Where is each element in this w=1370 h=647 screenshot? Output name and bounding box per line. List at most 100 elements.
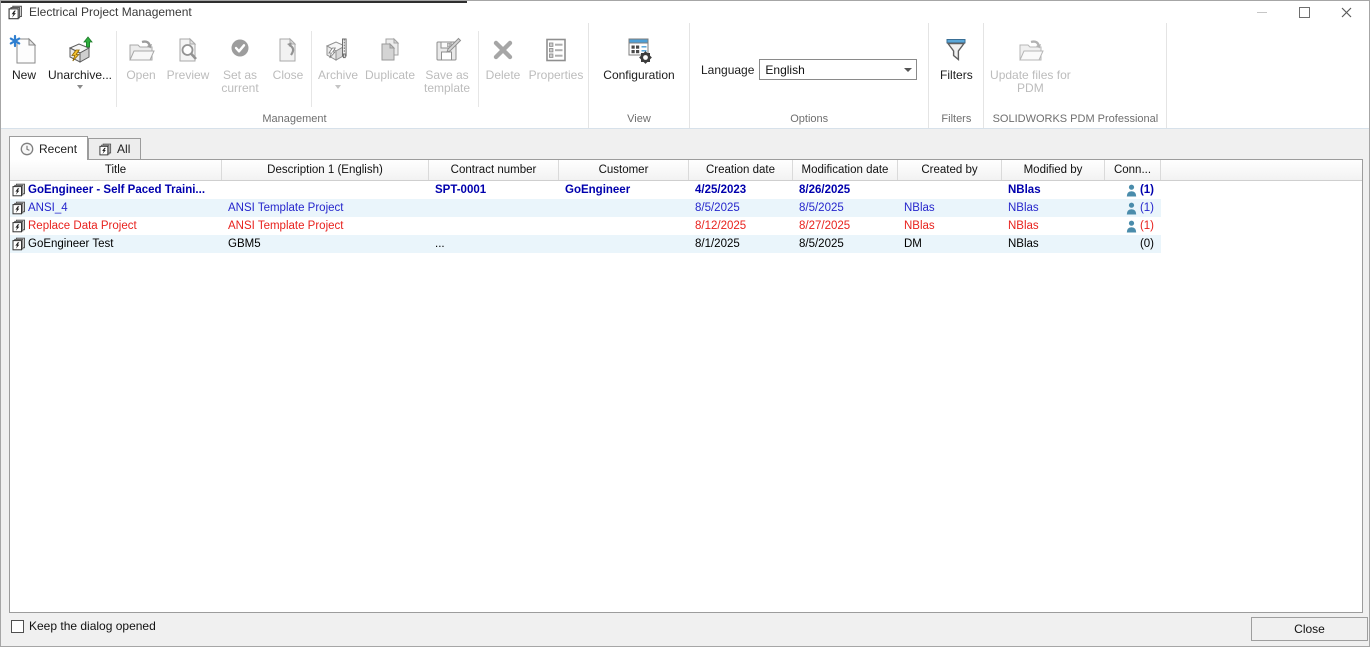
cell-modification-date: 8/26/2025 (793, 181, 898, 199)
close-project-icon (272, 31, 304, 69)
cell-modified-by: NBlas (1002, 235, 1105, 253)
set-as-current-button: Set as current (213, 29, 267, 95)
ribbon-separator (478, 31, 479, 107)
maximize-icon (1299, 7, 1310, 18)
maximize-button[interactable] (1283, 1, 1325, 23)
preview-icon (172, 31, 204, 69)
ribbon-separator (116, 31, 117, 107)
keep-dialog-opened-checkbox[interactable] (11, 620, 24, 633)
chevron-down-icon (900, 68, 916, 72)
table-row[interactable]: GoEngineer Test GBM5 ... 8/1/2025 8/5/20… (10, 235, 1161, 253)
close-project-button: Close (267, 29, 309, 82)
table-header: Title Description 1 (English) Contract n… (10, 160, 1362, 181)
table-row[interactable]: Replace Data Project ANSI Template Proje… (10, 217, 1161, 235)
tab-all-label: All (117, 142, 130, 156)
delete-button: Delete (481, 29, 525, 82)
language-label: Language (701, 63, 754, 77)
ribbon-group-management: New Unarchive... Open (1, 23, 589, 128)
unarchive-icon (64, 31, 96, 69)
column-header-creation-date[interactable]: Creation date (689, 160, 793, 180)
unarchive-dropdown-icon[interactable] (77, 85, 83, 89)
cell-creation-date: 8/1/2025 (689, 235, 793, 253)
column-header-connections[interactable]: Conn... (1105, 160, 1161, 180)
column-header-created-by[interactable]: Created by (898, 160, 1002, 180)
new-button[interactable]: New (2, 29, 46, 82)
cell-contract-number (429, 199, 559, 217)
project-stack-icon (99, 143, 112, 156)
column-header-title[interactable]: Title (10, 160, 222, 180)
column-header-contract-number[interactable]: Contract number (429, 160, 559, 180)
project-stack-icon (12, 219, 26, 233)
cell-customer (559, 235, 689, 253)
column-header-customer[interactable]: Customer (559, 160, 689, 180)
duplicate-icon (374, 31, 406, 69)
table-row[interactable]: GoEngineer - Self Paced Traini... SPT-00… (10, 181, 1161, 199)
unarchive-button[interactable]: Unarchive... (46, 29, 114, 89)
cell-connections: (1) (1140, 184, 1154, 196)
group-label-options: Options (691, 113, 927, 128)
clock-icon (20, 142, 34, 156)
column-header-description[interactable]: Description 1 (English) (222, 160, 429, 180)
ribbon-group-options: Language English Options (690, 23, 929, 128)
save-as-template-icon (431, 31, 463, 69)
cell-creation-date: 8/5/2025 (689, 199, 793, 217)
language-select[interactable]: English (759, 59, 917, 80)
delete-icon (487, 31, 519, 69)
tab-all[interactable]: All (88, 138, 141, 159)
open-icon (125, 31, 157, 69)
column-header-modification-date[interactable]: Modification date (793, 160, 898, 180)
archive-button: Archive (314, 29, 362, 89)
properties-button: Properties (525, 29, 587, 82)
cell-modification-date: 8/27/2025 (793, 217, 898, 235)
cell-connections: (1) (1140, 220, 1154, 232)
ribbon-group-filters: Filters Filters (929, 23, 984, 128)
person-icon (1126, 184, 1137, 197)
cell-customer (559, 199, 689, 217)
cell-creation-date: 8/12/2025 (689, 217, 793, 235)
dialog-footer: Keep the dialog opened Close (1, 613, 1369, 647)
close-icon (1341, 7, 1352, 18)
cell-connections: (1) (1140, 202, 1154, 214)
group-label-pdm: SOLIDWORKS PDM Professional (985, 113, 1165, 128)
tab-recent[interactable]: Recent (9, 136, 88, 160)
cell-created-by (898, 181, 1002, 199)
duplicate-button: Duplicate (362, 29, 418, 82)
cell-title: Replace Data Project (28, 220, 137, 232)
archive-dropdown-icon (335, 85, 341, 89)
cell-created-by: NBlas (898, 217, 1002, 235)
cell-contract-number (429, 217, 559, 235)
archive-icon (322, 31, 354, 69)
language-value: English (760, 63, 900, 77)
close-window-button[interactable] (1325, 1, 1367, 23)
project-stack-icon (12, 201, 26, 215)
cell-created-by: NBlas (898, 199, 1002, 217)
cell-title: GoEngineer Test (28, 238, 113, 250)
cell-modification-date: 8/5/2025 (793, 199, 898, 217)
cell-customer (559, 217, 689, 235)
table-row[interactable]: ANSI_4 ANSI Template Project 8/5/2025 8/… (10, 199, 1161, 217)
cell-modification-date: 8/5/2025 (793, 235, 898, 253)
cell-description (222, 181, 429, 199)
group-label-view: View (590, 113, 688, 128)
electrical-project-management-window: Electrical Project Management New (0, 0, 1370, 647)
window-title: Electrical Project Management (29, 5, 192, 19)
configuration-button[interactable]: Configuration (594, 29, 684, 82)
project-list: Title Description 1 (English) Contract n… (9, 159, 1363, 613)
minimize-button[interactable] (1241, 1, 1283, 23)
cell-contract-number: SPT-0001 (429, 181, 559, 199)
cell-creation-date: 4/25/2023 (689, 181, 793, 199)
cell-title: GoEngineer - Self Paced Traini... (28, 184, 205, 196)
column-header-filler (1161, 160, 1362, 180)
cell-created-by: DM (898, 235, 1002, 253)
project-stack-icon (8, 5, 23, 20)
close-dialog-button[interactable]: Close (1251, 617, 1368, 641)
cell-modified-by: NBlas (1002, 199, 1105, 217)
column-header-modified-by[interactable]: Modified by (1002, 160, 1105, 180)
title-bar: Electrical Project Management (1, 1, 1369, 23)
cell-description: GBM5 (222, 235, 429, 253)
new-project-icon (8, 31, 40, 69)
preview-button: Preview (163, 29, 213, 82)
filter-funnel-icon (940, 31, 972, 69)
group-label-management: Management (2, 113, 587, 128)
filters-button[interactable]: Filters (931, 29, 981, 82)
